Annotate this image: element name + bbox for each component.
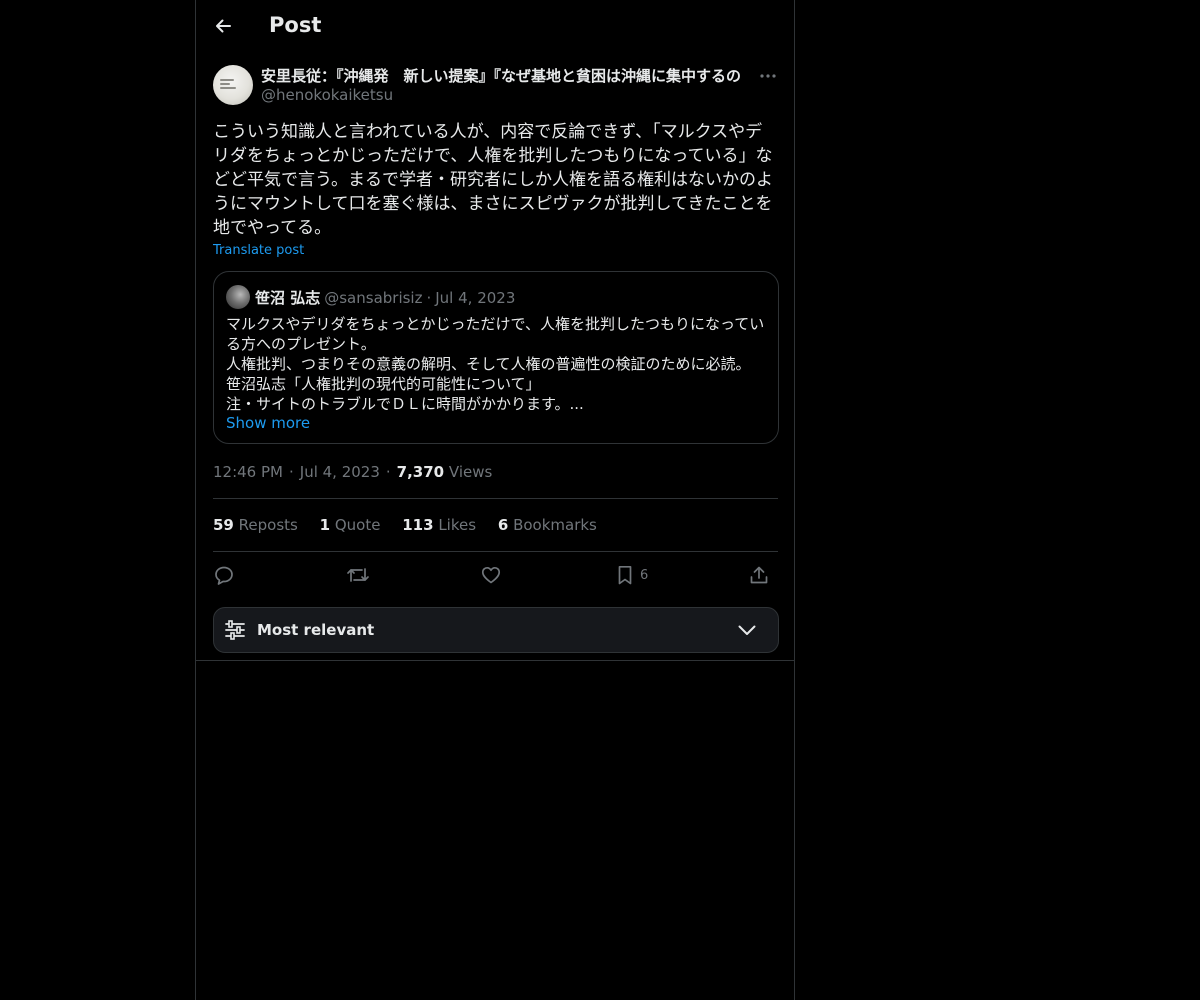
- likes-count: 113: [402, 516, 434, 534]
- like-button[interactable]: [480, 560, 502, 590]
- reposts-stat[interactable]: 59 Reposts: [213, 516, 298, 534]
- likes-label: Likes: [438, 516, 477, 534]
- arrow-left-icon: [216, 19, 231, 33]
- heart-icon: [481, 566, 501, 584]
- quoted-post[interactable]: 笹沼 弘志 @sansabrisiz · Jul 4, 2023 マルクスやデリダをち…: [213, 271, 779, 444]
- post-text: こういう知識人と言われている人が、内容で反論できず、「マルクスやデリダをちょっと…: [213, 122, 773, 238]
- divider: [213, 551, 778, 552]
- quoted-text-line: 笹沼弘志「人権批判の現代的可能性について」: [226, 375, 541, 393]
- quoted-author-avatar: [226, 285, 250, 309]
- back-button[interactable]: [206, 9, 240, 43]
- sliders-icon: [225, 620, 245, 640]
- quoted-text-line: マルクスやデリダをちょっとかじっただけで、人権を批判したつもりになってい: [226, 315, 765, 333]
- quotes-label: Quote: [334, 516, 381, 534]
- quoted-author-name: 笹沼 弘志: [255, 289, 321, 307]
- reply-sort-dropdown[interactable]: Most relevant: [213, 607, 779, 653]
- reposts-count: 59: [213, 516, 234, 534]
- quoted-text-line: 人権批判、つまりその意義の解明、そして人権の普遍性の検証のために必読。: [226, 355, 751, 373]
- action-bar: 6: [213, 560, 778, 590]
- quoted-separator: ·: [426, 289, 432, 307]
- bookmark-button[interactable]: 6: [614, 560, 648, 590]
- bookmark-count: 6: [640, 567, 649, 583]
- show-more-link[interactable]: Show more: [226, 414, 310, 432]
- repost-button[interactable]: [346, 560, 370, 590]
- post-date[interactable]: Jul 4, 2023: [300, 463, 380, 481]
- quoted-header: 笹沼 弘志 @sansabrisiz · Jul 4, 2023: [255, 287, 515, 308]
- author-avatar[interactable]: [213, 65, 253, 105]
- author-handle[interactable]: @henokokaiketsu: [261, 86, 393, 104]
- bookmark-icon: [618, 565, 632, 585]
- reply-icon: [215, 566, 233, 585]
- quotes-stat[interactable]: 1 Quote: [320, 516, 381, 534]
- share-button[interactable]: [748, 560, 770, 590]
- sort-label: Most relevant: [257, 621, 375, 639]
- post-column: Post 安里長従：『沖縄発 新しい提案』『なぜ基地と貧困は沖縄に集中するの @…: [195, 0, 795, 1000]
- reply-button[interactable]: [213, 560, 235, 590]
- meta-separator: ·: [288, 463, 294, 481]
- bookmarks-stat[interactable]: 6 Bookmarks: [498, 516, 597, 534]
- bookmarks-count: 6: [497, 516, 509, 534]
- engagement-stats: 59 Reposts 1 Quote 113 Likes 6 Bookmarks: [213, 516, 614, 534]
- post-time[interactable]: 12:46 PM: [213, 463, 283, 481]
- divider: [213, 498, 778, 499]
- quoted-text-line: る方へのプレゼント。: [226, 335, 376, 353]
- more-options-button[interactable]: [756, 66, 780, 86]
- repost-icon: [347, 568, 369, 582]
- share-icon: [750, 566, 768, 584]
- more-icon: [760, 74, 776, 78]
- reposts-label: Reposts: [238, 516, 298, 534]
- quotes-count: 1: [319, 516, 331, 534]
- section-divider: [196, 660, 794, 661]
- quoted-date: Jul 4, 2023: [435, 289, 516, 307]
- author-name[interactable]: 安里長従：『沖縄発 新しい提案』『なぜ基地と貧困は沖縄に集中するの: [261, 65, 753, 86]
- translate-post-link[interactable]: Translate post: [213, 243, 304, 258]
- bookmarks-label: Bookmarks: [513, 516, 597, 534]
- post-meta: 12:46 PM · Jul 4, 2023 · 7,370 Views: [213, 463, 492, 481]
- quoted-text: マルクスやデリダをちょっとかじっただけで、人権を批判したつもりになってい る方へ…: [226, 314, 766, 414]
- views-label: Views: [448, 463, 493, 481]
- quoted-text-line: 注・サイトのトラブルでＤＬに時間がかかります。...: [226, 395, 584, 413]
- chevron-down-icon: [738, 625, 756, 635]
- top-bar: Post: [196, 0, 794, 54]
- likes-stat[interactable]: 113 Likes: [402, 516, 476, 534]
- page-title: Post: [269, 13, 322, 37]
- views-count: 7,370: [396, 463, 445, 481]
- meta-separator: ·: [385, 463, 391, 481]
- quoted-author-handle: @sansabrisiz: [324, 289, 423, 307]
